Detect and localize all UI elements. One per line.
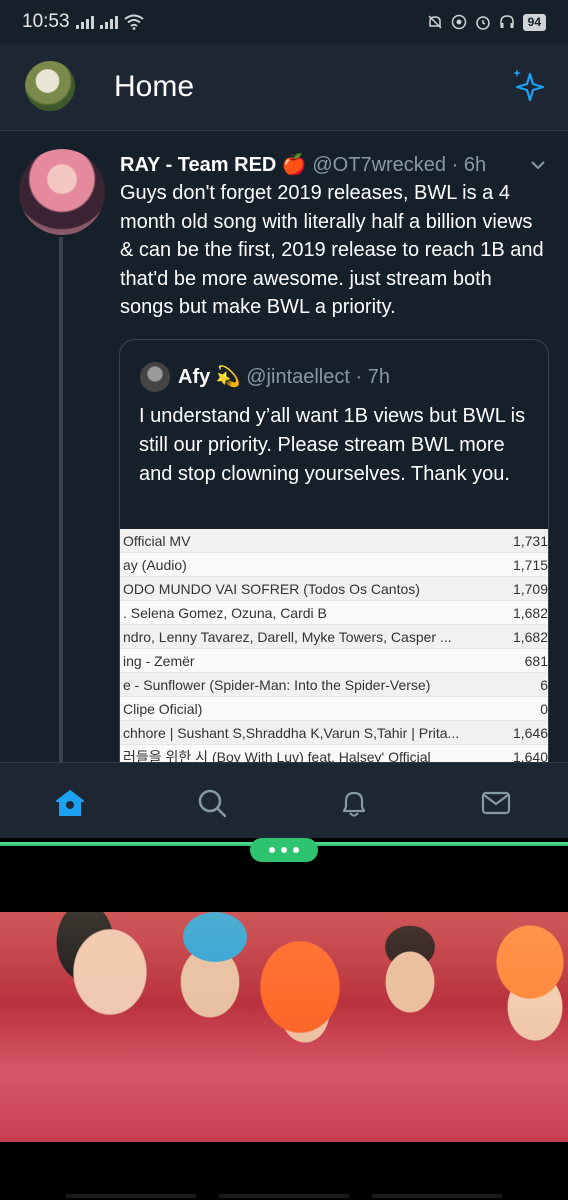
battery-icon: 94 bbox=[522, 13, 546, 31]
quote-author-name: Afy 💫 bbox=[178, 366, 241, 388]
profile-avatar[interactable] bbox=[25, 61, 75, 111]
tweet-author-name[interactable]: RAY - Team RED 🍎 bbox=[120, 154, 307, 176]
bell-icon[interactable] bbox=[338, 787, 370, 819]
gesture-bar[interactable] bbox=[66, 1194, 502, 1198]
app-header: Home bbox=[0, 44, 568, 131]
signal-icon bbox=[75, 15, 94, 29]
row-views: 1,709 bbox=[512, 580, 548, 597]
row-views: 1,682 bbox=[512, 604, 548, 621]
row-title: ing - Zemër bbox=[123, 652, 195, 669]
table-row: Official MV 1,731 bbox=[120, 529, 548, 553]
bottom-navigation bbox=[0, 762, 568, 838]
row-title: 러들을 위한 시 (Boy With Luv) feat. Halsey' Of… bbox=[123, 748, 431, 763]
search-icon[interactable] bbox=[196, 787, 228, 819]
table-row: Clipe Oficial) 0 bbox=[120, 697, 548, 721]
data-saver-icon bbox=[451, 14, 466, 30]
thread-line bbox=[59, 237, 63, 762]
quote-header: Afy 💫 @jintaellect · 7h bbox=[178, 364, 390, 389]
table-row: e - Sunflower (Spider-Man: Into the Spid… bbox=[120, 673, 548, 697]
tweet-header: RAY - Team RED 🍎 @OT7wrecked · 6h bbox=[120, 152, 486, 177]
quote-timestamp: · 7h bbox=[355, 366, 390, 388]
row-views: 681 bbox=[524, 652, 548, 669]
row-views: 1,682 bbox=[512, 628, 548, 645]
table-row: chhore | Sushant S,Shraddha K,Varun S,Ta… bbox=[120, 721, 548, 745]
row-views: 0 bbox=[540, 700, 548, 717]
timeline[interactable]: RAY - Team RED 🍎 @OT7wrecked · 6h Guys d… bbox=[0, 131, 568, 762]
row-views: 1,731 bbox=[512, 532, 548, 549]
mail-icon[interactable] bbox=[480, 787, 512, 819]
quote-author-handle: @jintaellect bbox=[246, 366, 350, 388]
signal-icon bbox=[99, 15, 118, 29]
split-screen-handle[interactable] bbox=[250, 838, 318, 862]
alarm-icon bbox=[475, 16, 490, 30]
row-views: 6 bbox=[540, 676, 548, 693]
chevron-down-icon[interactable] bbox=[530, 157, 546, 173]
row-title: . Selena Gomez, Ozuna, Cardi B bbox=[123, 604, 327, 621]
row-title: Clipe Oficial) bbox=[123, 700, 203, 717]
mute-icon bbox=[428, 15, 442, 29]
quote-author-avatar bbox=[140, 362, 170, 392]
home-icon[interactable] bbox=[54, 787, 86, 819]
status-time: 10:53 bbox=[22, 11, 70, 32]
tweet-author-avatar[interactable] bbox=[19, 149, 105, 235]
wifi-icon bbox=[123, 14, 144, 30]
row-views: 1,646 bbox=[512, 724, 548, 741]
table-row: ndro, Lenny Tavarez, Darell, Myke Towers… bbox=[120, 625, 548, 649]
row-views: 1,715 bbox=[512, 556, 548, 573]
row-title: ndro, Lenny Tavarez, Darell, Myke Towers… bbox=[123, 628, 452, 645]
row-title: Official MV bbox=[123, 532, 191, 549]
quote-text: I understand y’all want 1B views but BWL… bbox=[139, 405, 526, 485]
row-views: 1,640 bbox=[512, 748, 548, 763]
quote-image-table[interactable]: Official MV 1,731 ay (Audio) 1,715 ODO MUN… bbox=[120, 529, 548, 763]
tweet-timestamp: · 6h bbox=[451, 154, 487, 176]
quoted-tweet[interactable]: Afy 💫 @jintaellect · 7h I understand y’a… bbox=[119, 339, 549, 762]
row-title: ay (Audio) bbox=[123, 556, 187, 573]
headset-icon bbox=[499, 15, 514, 28]
status-bar: 10:53 94 bbox=[0, 0, 568, 44]
sparkle-icon[interactable] bbox=[508, 66, 548, 106]
page-title: Home bbox=[114, 70, 195, 103]
tweet-text: Guys don't forget 2019 releases, BWL is … bbox=[120, 182, 544, 318]
split-screen-divider bbox=[0, 838, 568, 862]
video-player[interactable] bbox=[0, 912, 568, 1142]
row-title: chhore | Sushant S,Shraddha K,Varun S,Ta… bbox=[123, 724, 460, 741]
table-row: . Selena Gomez, Ozuna, Cardi B 1,682 bbox=[120, 601, 548, 625]
row-title: e - Sunflower (Spider-Man: Into the Spid… bbox=[123, 676, 431, 693]
table-row: ing - Zemër 681 bbox=[120, 649, 548, 673]
table-row: ODO MUNDO VAI SOFRER (Todos Os Cantos) 1,… bbox=[120, 577, 548, 601]
row-title: ODO MUNDO VAI SOFRER (Todos Os Cantos) bbox=[123, 580, 420, 597]
table-row: ay (Audio) 1,715 bbox=[120, 553, 548, 577]
tweet-author-handle[interactable]: @OT7wrecked bbox=[312, 154, 446, 176]
table-row: 러들을 위한 시 (Boy With Luv) feat. Halsey' Of… bbox=[120, 745, 548, 763]
